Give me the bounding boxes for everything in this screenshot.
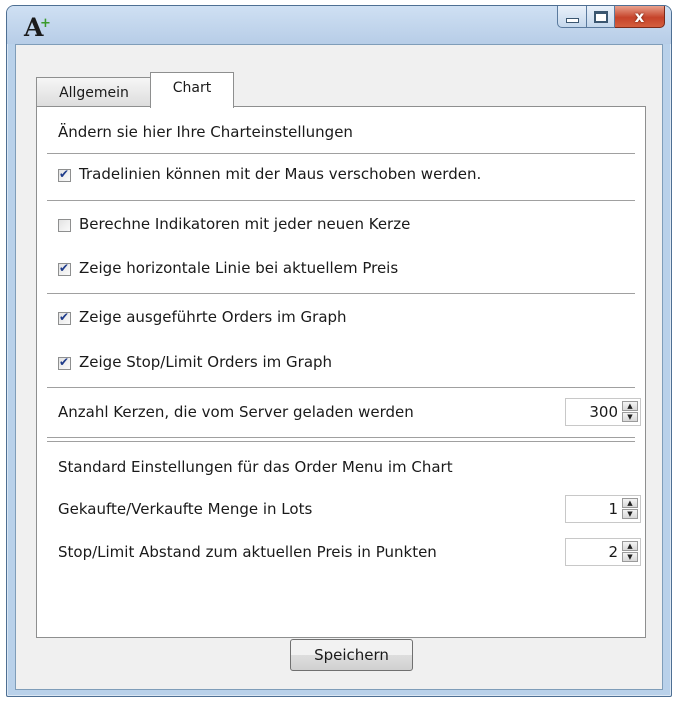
- window-client-area: Allgemein Chart Ändern sie hier Ihre Cha…: [15, 44, 663, 690]
- divider: [47, 200, 635, 201]
- order-menu-heading: Standard Einstellungen für das Order Men…: [58, 458, 453, 476]
- option-checkbox-indicators[interactable]: [58, 219, 71, 232]
- option-label-stop-limit[interactable]: Zeige Stop/Limit Orders im Graph: [79, 353, 332, 371]
- divider: [47, 387, 635, 388]
- window-controls: x: [557, 6, 665, 28]
- tab-allgemein-label: Allgemein: [59, 85, 129, 101]
- option-label-indicators[interactable]: Berechne Indikatoren mit jeder neuen Ker…: [79, 215, 410, 233]
- option-checkbox-tradelines[interactable]: [58, 167, 71, 182]
- minimize-icon: [565, 18, 579, 23]
- close-button[interactable]: x: [615, 6, 665, 28]
- settings-window: A + x Allgemein Chart Ändern sie hier Ihr…: [6, 5, 672, 697]
- maximize-icon: [593, 10, 608, 23]
- candles-stepper[interactable]: 300 ▲ ▼: [565, 398, 641, 426]
- distance-value[interactable]: 2: [608, 543, 618, 561]
- maximize-button[interactable]: [587, 6, 615, 28]
- tab-chart-label: Chart: [172, 80, 212, 96]
- lots-stepper[interactable]: 1 ▲ ▼: [565, 495, 641, 523]
- distance-stepper[interactable]: 2 ▲ ▼: [565, 538, 641, 566]
- panel-heading: Ändern sie hier Ihre Charteinstellungen: [58, 123, 353, 141]
- candles-value[interactable]: 300: [589, 403, 618, 421]
- stepper-arrows: ▲ ▼: [622, 498, 638, 520]
- stepper-arrows: ▲ ▼: [622, 541, 638, 563]
- stepper-arrows: ▲ ▼: [622, 401, 638, 423]
- divider: [47, 441, 635, 442]
- stepper-up-icon[interactable]: ▲: [622, 401, 638, 411]
- stepper-down-icon[interactable]: ▼: [622, 412, 638, 422]
- option-checkbox-stop-limit[interactable]: [58, 355, 71, 370]
- stepper-up-icon[interactable]: ▲: [622, 498, 638, 508]
- chart-settings-panel: Ändern sie hier Ihre Charteinstellungen …: [36, 106, 646, 638]
- title-bar[interactable]: A + x: [7, 6, 671, 44]
- app-logo-icon: A +: [24, 13, 51, 42]
- distance-label: Stop/Limit Abstand zum aktuellen Preis i…: [58, 543, 437, 561]
- option-label-horizontal-line[interactable]: Zeige horizontale Linie bei aktuellem Pr…: [79, 259, 398, 277]
- lots-label: Gekaufte/Verkaufte Menge in Lots: [58, 500, 313, 518]
- stepper-down-icon[interactable]: ▼: [622, 552, 638, 562]
- option-label-tradelines[interactable]: Tradelinien können mit der Maus verschob…: [79, 165, 481, 183]
- option-checkbox-horizontal-line[interactable]: [58, 261, 71, 276]
- lots-value[interactable]: 1: [608, 500, 618, 518]
- close-icon: x: [634, 7, 645, 26]
- candles-label: Anzahl Kerzen, die vom Server geladen we…: [58, 403, 414, 421]
- tab-allgemein[interactable]: Allgemein: [36, 77, 152, 107]
- divider: [47, 153, 635, 154]
- divider: [47, 437, 635, 438]
- option-label-executed-orders[interactable]: Zeige ausgeführte Orders im Graph: [79, 308, 347, 326]
- save-button[interactable]: Speichern: [290, 639, 413, 671]
- stepper-up-icon[interactable]: ▲: [622, 541, 638, 551]
- option-checkbox-executed-orders[interactable]: [58, 310, 71, 325]
- divider: [47, 293, 635, 294]
- stepper-down-icon[interactable]: ▼: [622, 509, 638, 519]
- minimize-button[interactable]: [557, 6, 587, 28]
- tab-chart[interactable]: Chart: [150, 72, 234, 108]
